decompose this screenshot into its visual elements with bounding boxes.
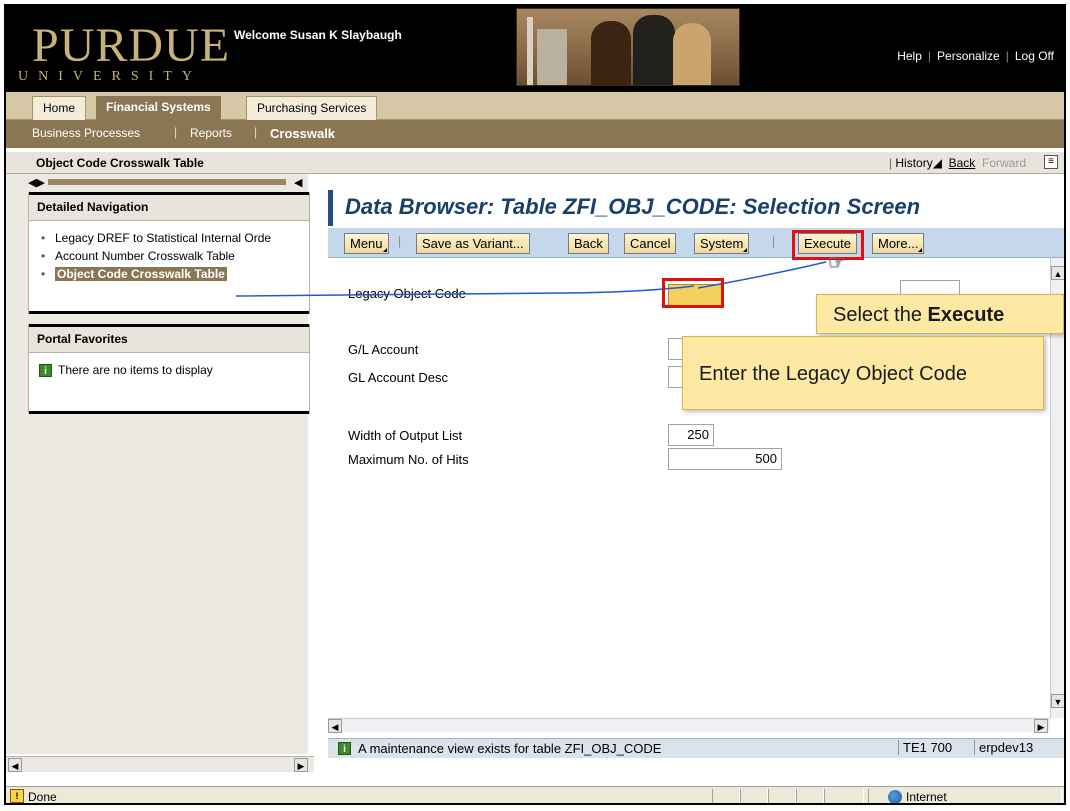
scroll-right-icon[interactable]: ▶ bbox=[1034, 719, 1048, 733]
gl-account-label: G/L Account bbox=[348, 342, 419, 357]
browser-status-text: Done bbox=[28, 790, 57, 804]
save-as-variant-button[interactable]: Save as Variant... bbox=[416, 233, 530, 254]
status-message: A maintenance view exists for table ZFI_… bbox=[358, 741, 662, 756]
log-off-link[interactable]: Log Off bbox=[1015, 49, 1054, 63]
max-hits-label: Maximum No. of Hits bbox=[348, 452, 469, 467]
back-button[interactable]: Back bbox=[568, 233, 609, 254]
warning-icon: ! bbox=[10, 789, 24, 803]
tab-reports[interactable]: Reports bbox=[190, 126, 232, 140]
collapse-arrow-icon[interactable]: ◀ bbox=[294, 176, 302, 189]
second-level-tabs: Business Processes | Reports | Crosswalk bbox=[6, 120, 1064, 148]
purdue-logo[interactable]: PURDUE bbox=[32, 22, 230, 70]
tab-financial-systems[interactable]: Financial Systems bbox=[96, 96, 221, 120]
history-link[interactable]: History bbox=[895, 156, 932, 170]
width-output-input[interactable]: 250 bbox=[668, 424, 714, 446]
detailed-navigation-panel: Detailed Navigation Legacy DREF to Stati… bbox=[28, 192, 310, 314]
legacy-object-code-label: Legacy Object Code bbox=[348, 286, 466, 301]
nav-splitter[interactable]: ◀▶ ◀ bbox=[28, 176, 310, 190]
welcome-text: Welcome Susan K Slaybaugh bbox=[234, 28, 402, 42]
hand-cursor-icon: ☞ bbox=[828, 252, 846, 274]
nav-item-object-code-crosswalk[interactable]: Object Code Crosswalk Table bbox=[29, 265, 309, 283]
portal-header: PURDUE UNIVERSITY Welcome Susan K Slayba… bbox=[6, 6, 1064, 92]
forward-link[interactable]: Forward bbox=[982, 156, 1026, 170]
max-hits-input[interactable]: 500 bbox=[668, 448, 782, 470]
legacy-code-callout: Enter the Legacy Object Code bbox=[682, 336, 1044, 410]
tab-home[interactable]: Home bbox=[32, 96, 87, 120]
horizontal-scrollbar[interactable]: ◀ ▶ bbox=[328, 718, 1050, 733]
back-link[interactable]: Back bbox=[949, 156, 976, 170]
left-horizontal-scrollbar[interactable]: ◀ ▶ bbox=[6, 756, 314, 772]
browser-status-bar: ! Done Internet bbox=[6, 786, 1064, 804]
scroll-left-icon[interactable]: ◀ bbox=[328, 719, 342, 733]
system-button[interactable]: System bbox=[694, 233, 750, 254]
status-host: erpdev13 bbox=[974, 740, 1037, 755]
favorites-empty-text: There are no items to display bbox=[58, 363, 213, 377]
tab-crosswalk[interactable]: Crosswalk bbox=[270, 126, 335, 141]
page-title-bar: Object Code Crosswalk Table | History◢ B… bbox=[6, 152, 1064, 174]
scroll-up-icon[interactable]: ▲ bbox=[1051, 266, 1064, 280]
header-links: Help | Personalize | Log Off bbox=[897, 49, 1054, 63]
personalize-link[interactable]: Personalize bbox=[937, 49, 1000, 63]
left-navigation: ◀▶ ◀ Detailed Navigation Legacy DREF to … bbox=[6, 174, 310, 754]
legacy-code-highlight bbox=[662, 278, 724, 308]
info-icon: i bbox=[39, 363, 52, 377]
scroll-right-icon[interactable]: ▶ bbox=[294, 758, 308, 772]
sap-toolbar: Menu | Save as Variant... Back Cancel Sy… bbox=[328, 228, 1064, 258]
header-photo bbox=[516, 8, 740, 86]
width-output-label: Width of Output List bbox=[348, 428, 463, 443]
page-menu-icon[interactable]: ≡ bbox=[1044, 155, 1058, 169]
menu-button[interactable]: Menu bbox=[344, 233, 389, 254]
top-level-tabs: Home Financial Systems Purchasing Servic… bbox=[6, 92, 1064, 120]
cancel-button[interactable]: Cancel bbox=[624, 233, 677, 254]
status-info-icon: i bbox=[338, 742, 351, 755]
portal-favorites-title[interactable]: Portal Favorites bbox=[29, 324, 309, 352]
portal-favorites-panel: Portal Favorites i There are no items to… bbox=[28, 324, 310, 414]
scroll-left-icon[interactable]: ◀ bbox=[8, 758, 22, 772]
page-title: Object Code Crosswalk Table bbox=[36, 156, 204, 170]
main-content: Data Browser: Table ZFI_OBJ_CODE: Select… bbox=[328, 190, 1064, 758]
nav-item-account-number-crosswalk[interactable]: Account Number Crosswalk Table bbox=[29, 247, 309, 265]
nav-item-legacy-dref[interactable]: Legacy DREF to Statistical Internal Orde bbox=[29, 229, 309, 247]
gl-account-desc-label: GL Account Desc bbox=[348, 370, 448, 385]
collapse-left-icon[interactable]: ◀▶ bbox=[28, 176, 45, 189]
main-title: Data Browser: Table ZFI_OBJ_CODE: Select… bbox=[328, 190, 1064, 226]
internet-zone-text: Internet bbox=[906, 790, 947, 804]
scroll-down-icon[interactable]: ▼ bbox=[1051, 694, 1064, 708]
browser-frame: PURDUE UNIVERSITY Welcome Susan K Slayba… bbox=[4, 4, 1066, 805]
more-button[interactable]: More... bbox=[872, 233, 925, 254]
tab-business-processes[interactable]: Business Processes bbox=[32, 126, 140, 140]
status-system: TE1 700 bbox=[898, 740, 956, 755]
internet-zone-icon bbox=[888, 790, 902, 803]
tab-purchasing-services[interactable]: Purchasing Services bbox=[246, 96, 378, 120]
sap-status-bar: i A maintenance view exists for table ZF… bbox=[328, 738, 1064, 758]
help-link[interactable]: Help bbox=[897, 49, 922, 63]
execute-callout: Select the Execute bbox=[816, 294, 1064, 334]
detailed-navigation-title[interactable]: Detailed Navigation bbox=[29, 192, 309, 220]
university-logo-text: UNIVERSITY bbox=[18, 69, 202, 84]
history-controls: | History◢ Back Forward bbox=[888, 156, 1026, 170]
